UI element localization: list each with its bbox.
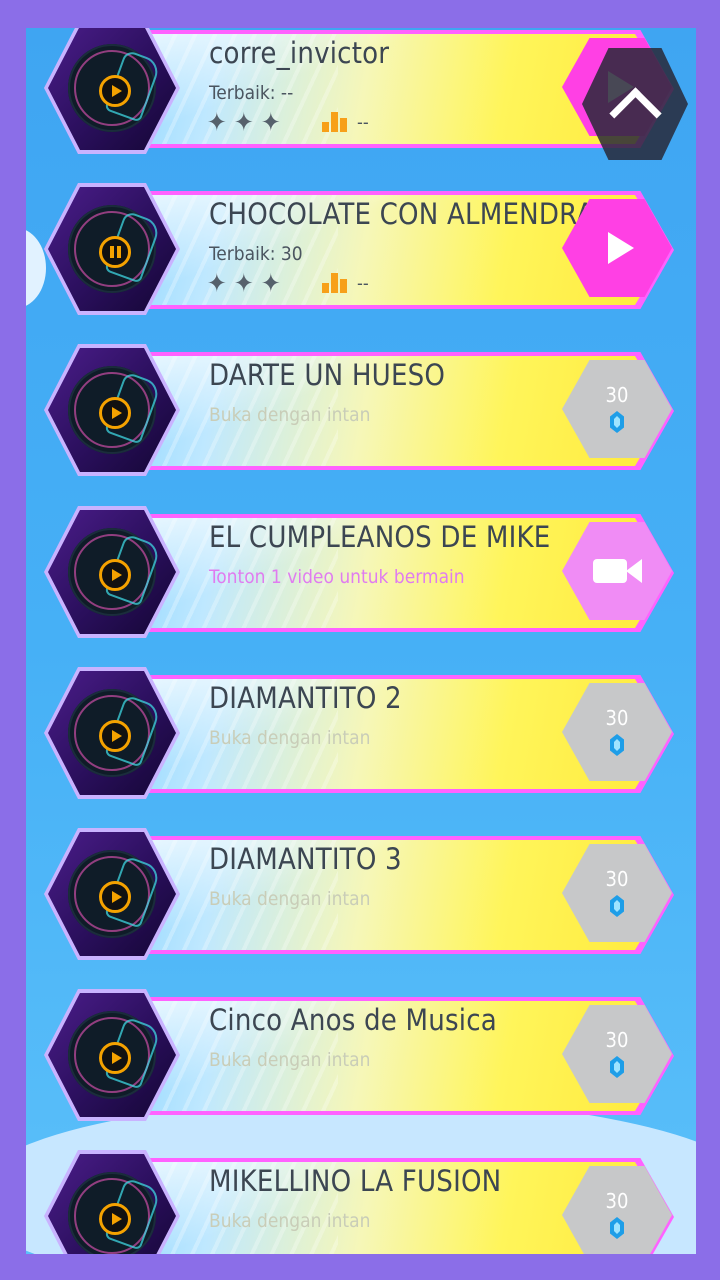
vinyl-disc-icon: [68, 850, 162, 938]
cost-value: 30: [605, 1189, 629, 1213]
rank-indicator: --: [322, 273, 369, 293]
song-title: corre_invictor: [209, 36, 390, 70]
song-card[interactable]: MIKELLINO LA FUSION Buka dengan intan 30: [44, 1150, 684, 1254]
unlock-hint: Buka dengan intan: [209, 1049, 371, 1071]
unlock-hint: Buka dengan intan: [209, 1210, 371, 1232]
vinyl-disc-icon: [68, 689, 162, 777]
play-icon: [608, 232, 634, 264]
preview-play-icon[interactable]: [99, 397, 131, 429]
preview-play-icon[interactable]: [99, 1042, 131, 1074]
song-title: DIAMANTITO 2: [209, 681, 402, 715]
rank-bars-icon: [322, 112, 347, 132]
song-card[interactable]: EL CUMPLEANOS DE MIKE Tonton 1 video unt…: [44, 506, 684, 638]
song-title: MIKELLINO LA FUSION: [209, 1164, 502, 1198]
best-score: Terbaik: 30: [209, 243, 303, 265]
preview-play-icon[interactable]: [99, 881, 131, 913]
cost-value: 30: [605, 867, 629, 891]
preview-play-icon[interactable]: [99, 1203, 131, 1235]
diamond-gem-icon: [610, 734, 624, 756]
song-card[interactable]: DARTE UN HUESO Buka dengan intan 30: [44, 344, 684, 476]
diamond-gem-icon: [610, 1056, 624, 1078]
song-title: EL CUMPLEANOS DE MIKE: [209, 520, 551, 554]
song-title: CHOCOLATE CON ALMENDRAS: [209, 197, 612, 231]
vinyl-disc-icon: [68, 205, 162, 293]
chevron-up-icon: [608, 86, 662, 140]
song-title: DIAMANTITO 3: [209, 842, 402, 876]
preview-play-icon[interactable]: [99, 720, 131, 752]
vinyl-disc-icon: [68, 1011, 162, 1099]
diamond-gem-icon: [610, 1217, 624, 1239]
preview-play-icon[interactable]: [99, 559, 131, 591]
star-rating: ✦ ✦ ✦: [207, 108, 281, 138]
cost-value: 30: [605, 1028, 629, 1052]
song-card[interactable]: DIAMANTITO 2 Buka dengan intan 30: [44, 667, 684, 799]
cost-value: 30: [605, 706, 629, 730]
unlock-hint: Buka dengan intan: [209, 727, 371, 749]
vinyl-disc-icon: [68, 366, 162, 454]
unlock-hint: Buka dengan intan: [209, 888, 371, 910]
unlock-hint: Buka dengan intan: [209, 404, 371, 426]
vinyl-disc-icon: [68, 1172, 162, 1254]
song-title: DARTE UN HUESO: [209, 358, 446, 392]
song-title: Cinco Anos de Musica: [209, 1003, 497, 1037]
vinyl-disc-icon: [68, 44, 162, 132]
diamond-gem-icon: [610, 411, 624, 433]
rank-indicator: --: [322, 112, 369, 132]
video-camera-icon: [592, 559, 642, 583]
diamond-gem-icon: [610, 895, 624, 917]
preview-play-icon[interactable]: [99, 75, 131, 107]
rank-bars-icon: [322, 273, 347, 293]
video-hint: Tonton 1 video untuk bermain: [209, 566, 465, 588]
song-card[interactable]: corre_invictor Terbaik: -- ✦ ✦ ✦ --: [44, 28, 684, 154]
preview-pause-icon[interactable]: [99, 236, 131, 268]
song-list-screen: corre_invictor Terbaik: -- ✦ ✦ ✦ -- CHOC…: [26, 28, 696, 1254]
cost-value: 30: [605, 383, 629, 407]
song-card[interactable]: Cinco Anos de Musica Buka dengan intan 3…: [44, 989, 684, 1121]
vinyl-disc-icon: [68, 528, 162, 616]
song-card[interactable]: CHOCOLATE CON ALMENDRAS Terbaik: 30 ✦ ✦ …: [44, 183, 684, 315]
song-card[interactable]: DIAMANTITO 3 Buka dengan intan 30: [44, 828, 684, 960]
star-rating: ✦ ✦ ✦: [207, 269, 281, 299]
best-score: Terbaik: --: [209, 82, 294, 104]
